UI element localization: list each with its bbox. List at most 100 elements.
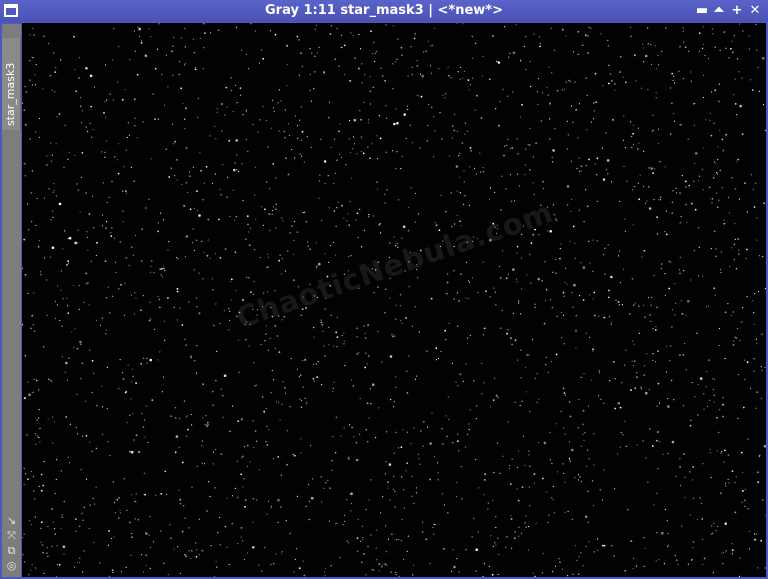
star [193,249,195,252]
star [91,450,93,452]
arrow-down-right-icon[interactable]: ↘ [4,513,19,528]
star [269,188,271,190]
star [351,427,353,429]
star [674,314,676,316]
collapse-button[interactable]: ⏶ [711,3,727,19]
star [241,457,243,459]
star [266,513,268,515]
star [423,51,425,53]
star [468,281,471,283]
star [69,462,71,464]
star [198,518,200,520]
star [608,82,610,85]
star [588,458,590,460]
maximize-button[interactable]: + [729,3,745,19]
star [693,124,695,126]
star [532,338,534,340]
star [313,88,315,90]
star [304,211,306,213]
star [710,533,712,535]
star [160,530,162,532]
star [596,200,598,202]
star [179,498,182,501]
star [389,499,391,501]
star [572,225,575,228]
star [205,165,208,168]
star [592,239,594,241]
star [56,459,58,461]
star [201,462,203,464]
star [658,402,661,404]
star [299,398,301,400]
star [363,553,365,555]
star [763,202,766,205]
star [712,572,714,574]
star [47,418,49,420]
star [714,89,717,92]
star [709,452,711,454]
star [59,320,61,322]
star [534,575,536,577]
star [414,378,417,380]
star [204,423,206,426]
star [673,112,675,114]
star [237,170,239,172]
star [88,213,91,215]
fit-view-icon[interactable]: ⤧ [4,528,19,543]
star [656,216,658,219]
star [135,501,137,503]
star [656,431,659,433]
star [734,223,736,225]
star [371,569,373,571]
star [427,40,429,42]
star [312,377,315,380]
star [429,563,431,565]
star [365,352,367,354]
star [253,362,255,364]
star [392,150,394,152]
star [164,470,167,473]
star [96,404,98,407]
star [300,452,302,454]
star [711,532,713,534]
star [698,175,701,177]
star [638,332,640,334]
star [287,123,289,125]
star [277,401,280,404]
star [489,187,492,189]
view-tab[interactable]: star_mask3 [2,38,21,130]
star [315,266,317,268]
star [305,403,307,405]
star [521,486,524,488]
star [229,319,231,321]
clone-icon[interactable]: ⧉ [4,543,19,558]
star [753,358,755,360]
star [130,494,132,496]
star [484,473,486,475]
star [719,268,722,271]
star [707,58,710,60]
image-canvas[interactable]: ChaoticNebula.com [22,23,766,577]
star [408,206,410,208]
star [384,312,386,314]
star [728,482,730,484]
star [520,532,523,534]
star [701,168,704,170]
close-button[interactable]: ✕ [747,3,763,19]
star [380,512,382,514]
star [387,487,389,489]
star [286,85,288,87]
star [684,46,687,49]
star [109,455,111,457]
star [742,472,744,474]
target-icon[interactable]: ◎ [4,558,19,573]
star [674,283,676,285]
star [738,373,740,376]
title-bar[interactable]: Gray 1:11 star_mask3 | <*new*> ▬ ⏶ + ✕ [0,0,768,22]
star [567,204,569,206]
shade-button[interactable]: ▬ [694,3,710,19]
star [218,29,220,31]
star [190,413,192,416]
star [56,116,58,118]
star [185,416,188,418]
